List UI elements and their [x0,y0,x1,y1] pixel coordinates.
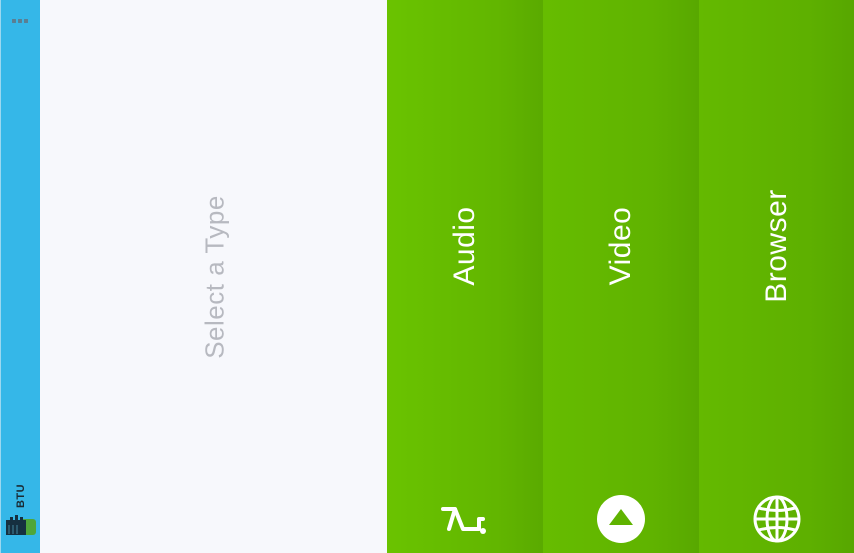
audio-label: Audio [448,206,481,286]
sound-wave-icon [441,507,486,534]
browser-type-card[interactable]: Browser [699,0,854,553]
brand-text: BTU [15,483,27,509]
select-type-prompt: Select a Type [199,195,230,359]
type-cards: Audio Video Browser [387,0,854,553]
browser-label: Browser [760,189,793,303]
sidebar-rail: BTU [0,0,40,553]
globe-icon [753,495,801,543]
video-type-card[interactable]: Video [543,0,699,553]
video-label: Video [604,206,637,286]
grip-icon[interactable] [12,19,30,25]
play-triangle-icon [597,495,645,543]
hardhat-logo-icon [6,515,36,535]
audio-type-card[interactable]: Audio [387,0,543,553]
selection-panel: Select a Type [40,0,387,553]
app-window: BTU Select a Type Audio Video Browser [0,0,854,553]
